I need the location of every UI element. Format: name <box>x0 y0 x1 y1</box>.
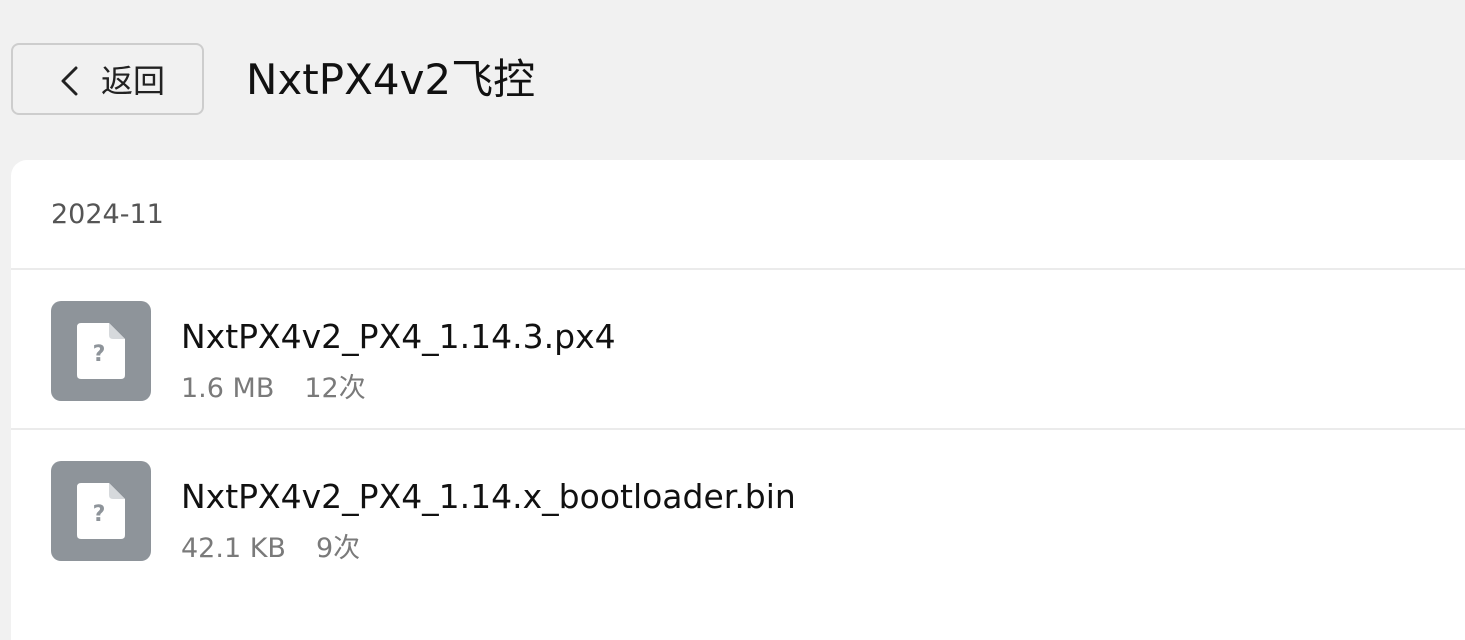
file-name: NxtPX4v2_PX4_1.14.x_bootloader.bin <box>181 477 796 516</box>
file-list-item[interactable]: ? NxtPX4v2_PX4_1.14.3.px4 1.6 MB 12次 <box>11 270 1465 428</box>
chevron-left-icon <box>61 66 78 96</box>
file-name: NxtPX4v2_PX4_1.14.3.px4 <box>181 317 616 356</box>
download-count: 12次 <box>304 373 366 404</box>
back-button[interactable]: 返回 <box>11 43 204 115</box>
file-list-item[interactable]: ? NxtPX4v2_PX4_1.14.x_bootloader.bin 42.… <box>11 430 1465 588</box>
file-meta: 42.1 KB 9次 <box>181 532 360 566</box>
download-count: 9次 <box>315 533 361 564</box>
svg-text:?: ? <box>93 502 106 527</box>
unknown-file-icon: ? <box>51 301 151 401</box>
file-meta: 1.6 MB 12次 <box>181 372 366 406</box>
section-date-header: 2024-11 <box>51 199 164 230</box>
file-size: 42.1 KB <box>181 533 286 564</box>
svg-text:?: ? <box>93 342 106 367</box>
header: 返回 NxtPX4v2飞控 <box>0 0 1465 160</box>
back-button-label: 返回 <box>101 62 166 100</box>
file-size: 1.6 MB <box>181 373 275 404</box>
unknown-file-icon: ? <box>51 461 151 561</box>
page-title: NxtPX4v2飞控 <box>246 55 536 104</box>
file-list-card: 2024-11 ? NxtPX4v2_PX4_1.14.3.px4 1.6 MB… <box>11 160 1465 640</box>
